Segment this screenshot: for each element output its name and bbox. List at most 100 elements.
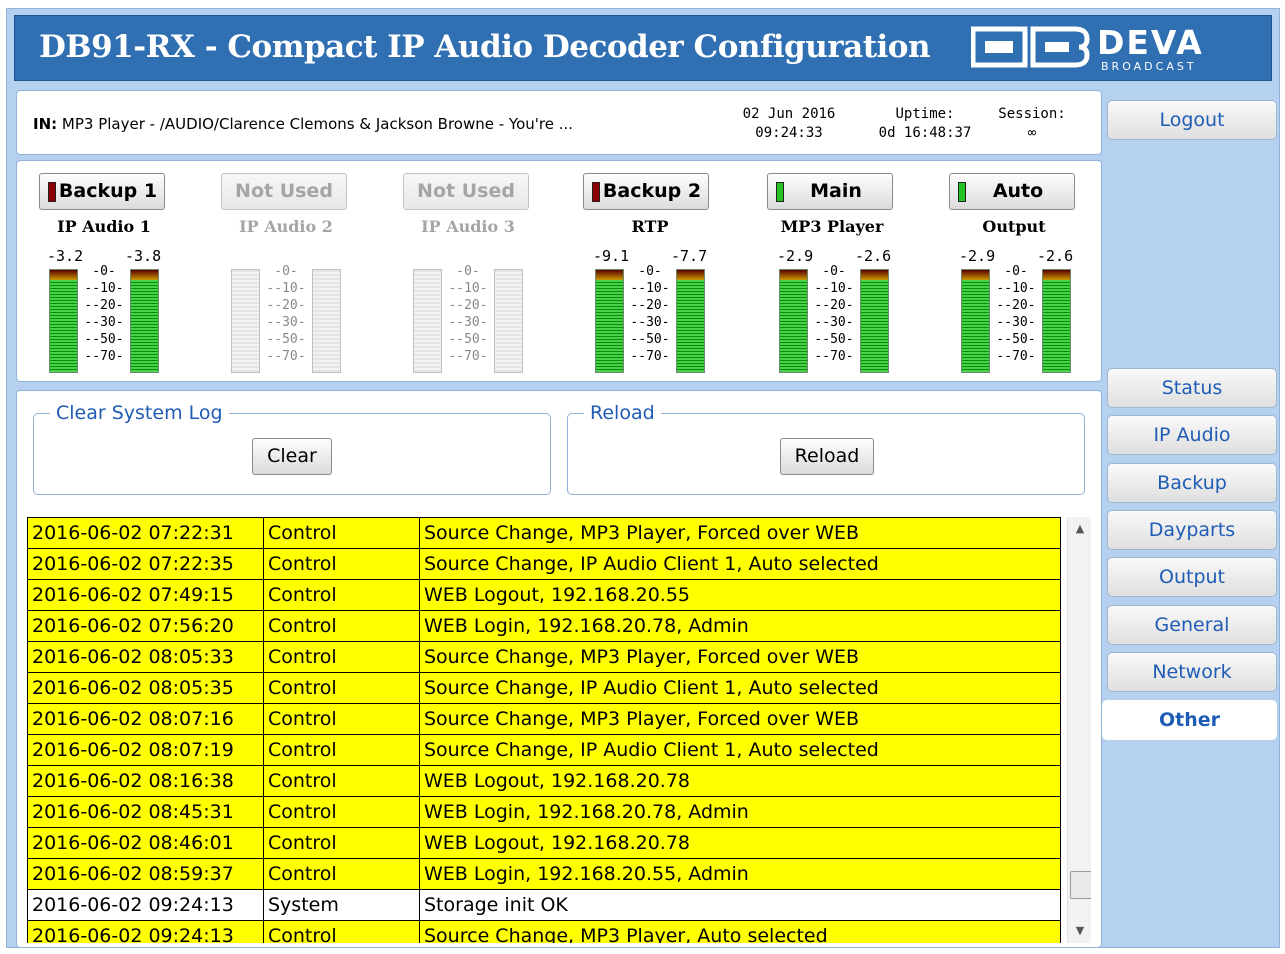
meter-scale-tick: --10- (814, 281, 854, 296)
meter-scale-tick: --20- (814, 298, 854, 313)
meter-scale-tick: -0- (456, 264, 480, 279)
log-message: WEB Logout, 192.168.20.55 (419, 579, 1061, 611)
meter-scale: -0- --10- --20- --30- --50- --70- (442, 263, 494, 365)
source-button-6[interactable]: Auto (949, 173, 1075, 210)
session: Session: ∞ (987, 105, 1077, 143)
meter-scale-tick: --50- (996, 332, 1036, 347)
table-row: 2016-06-02 07:22:31 Control Source Change,… (27, 517, 1061, 549)
reload-button[interactable]: Reload (780, 438, 874, 475)
meter-bar-left (595, 269, 624, 373)
meter-scale-tick: --30- (630, 315, 670, 330)
meter-scale-tick: --30- (448, 315, 488, 330)
log-message: WEB Logout, 192.168.20.78 (419, 827, 1061, 859)
meter-scale-tick: -0- (92, 264, 116, 279)
table-row: 2016-06-02 08:07:19 Control Source Change,… (27, 734, 1061, 766)
meter-scale-tick: --10- (996, 281, 1036, 296)
clear-log-group: Clear System Log Clear (33, 402, 551, 495)
level-meter: -0- --10- --20- --30- --50- --70- (49, 264, 159, 375)
scroll-down-icon[interactable]: ▼ (1068, 921, 1091, 941)
sidebar-item-status[interactable]: Status (1107, 368, 1277, 408)
log-type: Control (263, 765, 420, 797)
source-meters-panel: Backup 1 IP Audio 1 -3.2 -3.8 -0- --10- --20- -… (16, 160, 1102, 382)
meter-scale-tick: --50- (814, 332, 854, 347)
now-playing-label: IN: (33, 115, 58, 133)
scroll-thumb[interactable] (1070, 871, 1091, 899)
log-time: 2016-06-02 08:46:01 (27, 827, 264, 859)
status-led-icon (958, 182, 966, 202)
source-label: MP3 Player (780, 217, 884, 236)
table-row: 2016-06-02 08:45:31 Control WEB Login, 192… (27, 796, 1061, 828)
log-time: 2016-06-02 08:07:16 (27, 703, 264, 735)
source-button-1[interactable]: Backup 1 (39, 173, 165, 210)
log-message: Source Change, MP3 Player, Forced over W… (419, 641, 1061, 673)
level-meter: -0- --10- --20- --30- --50- --70- (413, 264, 523, 375)
log-time: 2016-06-02 09:24:13 (27, 920, 264, 943)
log-time: 2016-06-02 08:16:38 (27, 765, 264, 797)
table-row: 2016-06-02 08:59:37 Control WEB Login, 192… (27, 858, 1061, 890)
session-value: ∞ (1027, 125, 1037, 141)
reload-legend: Reload (584, 402, 661, 424)
log-time: 2016-06-02 08:05:35 (27, 672, 264, 704)
logout-button[interactable]: Logout (1107, 100, 1277, 140)
sidebar-item-backup[interactable]: Backup (1107, 463, 1277, 503)
source-button-5[interactable]: Main (767, 173, 893, 210)
sidebar-item-other[interactable]: Other (1102, 700, 1277, 740)
log-message: Source Change, IP Audio Client 1, Auto s… (419, 734, 1061, 766)
log-type: Control (263, 517, 420, 549)
meter-scale-tick: -0- (638, 264, 662, 279)
table-row: 2016-06-02 09:24:13 Control Source Change,… (27, 920, 1061, 943)
peak-right: -3.8 (125, 247, 162, 265)
log-time: 2016-06-02 07:49:15 (27, 579, 264, 611)
source-button-3[interactable]: Not Used (403, 173, 529, 210)
sidebar-item-output[interactable]: Output (1107, 557, 1277, 597)
clock: 02 Jun 2016 09:24:33 (729, 105, 849, 143)
source-label: RTP (631, 217, 669, 236)
log-scrollbar[interactable]: ▲ ▼ (1067, 517, 1091, 943)
meter-scale: -0- --10- --20- --30- --50- --70- (78, 263, 130, 365)
meter-scale-tick: --50- (84, 332, 124, 347)
clear-log-legend: Clear System Log (50, 402, 229, 424)
log-type: Control (263, 579, 420, 611)
clear-button[interactable]: Clear (252, 438, 332, 475)
log-type: Control (263, 610, 420, 642)
log-time: 2016-06-02 08:07:19 (27, 734, 264, 766)
table-row: 2016-06-02 07:49:15 Control WEB Logout, 19… (27, 579, 1061, 611)
uptime: Uptime: 0d 16:48:37 (865, 105, 985, 143)
table-row: 2016-06-02 07:22:35 Control Source Change,… (27, 548, 1061, 580)
meter-bar-left (779, 269, 808, 373)
log-time: 2016-06-02 07:56:20 (27, 610, 264, 642)
log-message: WEB Login, 192.168.20.55, Admin (419, 858, 1061, 890)
source-button-label: Backup 2 (602, 180, 702, 202)
meter-scale-tick: --70- (814, 349, 854, 364)
meter-bar-right (676, 269, 705, 373)
clock-date: 02 Jun 2016 (742, 106, 836, 122)
log-type: Control (263, 672, 420, 704)
source-button-4[interactable]: Backup 2 (583, 173, 709, 210)
meter-scale-tick: --30- (266, 315, 306, 330)
meter-scale-tick: --10- (630, 281, 670, 296)
log-time: 2016-06-02 08:45:31 (27, 796, 264, 828)
peak-right: -2.6 (855, 247, 892, 265)
sidebar-item-general[interactable]: General (1107, 605, 1277, 645)
log-time: 2016-06-02 07:22:35 (27, 548, 264, 580)
log-type: Control (263, 734, 420, 766)
meter-scale-tick: --50- (448, 332, 488, 347)
log-time: 2016-06-02 07:22:31 (27, 517, 264, 549)
meter-scale-tick: -0- (274, 264, 298, 279)
sidebar-item-ip-audio[interactable]: IP Audio (1107, 415, 1277, 455)
source-button-2[interactable]: Not Used (221, 173, 347, 210)
table-row: 2016-06-02 07:56:20 Control WEB Login, 192… (27, 610, 1061, 642)
log-type: Control (263, 827, 420, 859)
status-led-icon (592, 182, 600, 202)
log-type: Control (263, 858, 420, 890)
source-button-label: Auto (992, 180, 1044, 202)
sidebar-item-dayparts[interactable]: Dayparts (1107, 510, 1277, 550)
meter-scale-tick: --70- (630, 349, 670, 364)
table-row: 2016-06-02 08:05:33 Control Source Change,… (27, 641, 1061, 673)
scroll-up-icon[interactable]: ▲ (1068, 519, 1091, 539)
sidebar-item-network[interactable]: Network (1107, 652, 1277, 692)
log-message: Source Change, MP3 Player, Forced over W… (419, 703, 1061, 735)
log-message: Source Change, IP Audio Client 1, Auto s… (419, 548, 1061, 580)
level-meter: -0- --10- --20- --30- --50- --70- (961, 264, 1071, 375)
system-log[interactable]: 2016-06-02 07:22:31 Control Source Change,… (27, 517, 1091, 943)
